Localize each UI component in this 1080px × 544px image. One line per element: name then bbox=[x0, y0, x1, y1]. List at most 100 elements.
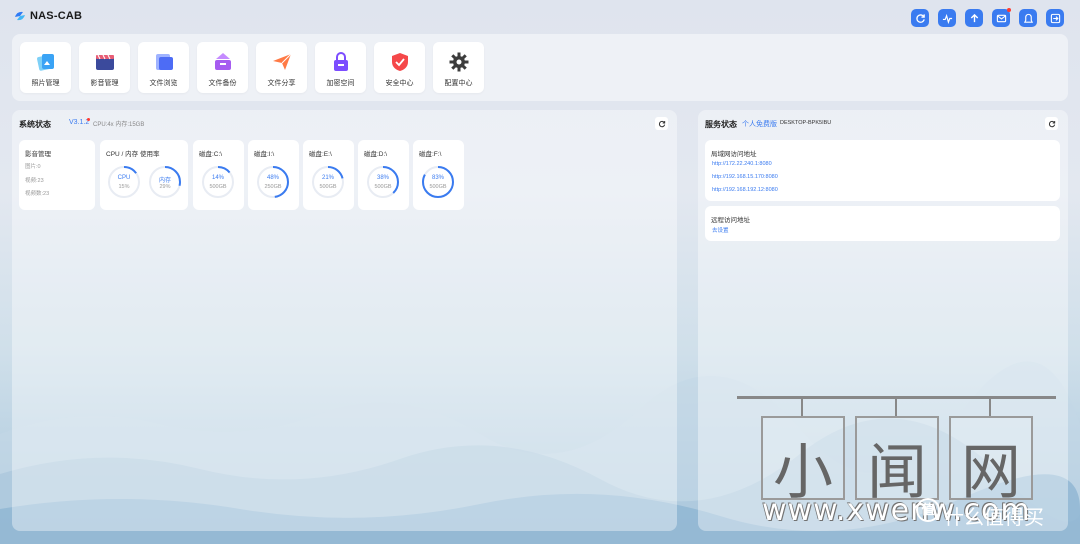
refresh-icon bbox=[658, 120, 665, 127]
logout-button[interactable] bbox=[1046, 9, 1064, 27]
user-icon bbox=[1023, 13, 1033, 23]
app-encrypted-space[interactable]: 加密空间 bbox=[315, 42, 366, 93]
video-count: 视频:23 bbox=[25, 178, 44, 184]
system-status-panel: 系统状态 V3.1.2 CPU:4x 内存:15GB 影音管理 图片:0 视频:… bbox=[12, 110, 677, 531]
disk-size: 500GB bbox=[429, 184, 447, 190]
app-label: 文件浏览 bbox=[149, 80, 178, 87]
refresh-icon bbox=[915, 13, 925, 23]
refresh-icon bbox=[1048, 120, 1055, 127]
video-icon bbox=[95, 54, 114, 70]
lan-link[interactable]: http://192.168.192.12:8080 bbox=[712, 187, 778, 193]
disk-percent: 38% bbox=[376, 175, 389, 181]
pulse-icon bbox=[942, 13, 952, 24]
app-media-manager[interactable]: 影音管理 bbox=[79, 42, 130, 93]
brand[interactable]: NAS-CAB bbox=[13, 9, 82, 23]
app-label: 影音管理 bbox=[90, 80, 119, 87]
refresh-button[interactable] bbox=[911, 9, 929, 27]
share-icon bbox=[272, 53, 291, 70]
monitor-button[interactable] bbox=[938, 9, 956, 27]
brand-name: NAS-CAB bbox=[30, 10, 83, 22]
app-file-share[interactable]: 文件分享 bbox=[256, 42, 307, 93]
lan-link[interactable]: http://192.168.15.170:8080 bbox=[712, 174, 778, 180]
app-label: 文件备份 bbox=[208, 80, 237, 87]
smzdm-badge-icon: 值 bbox=[916, 498, 940, 522]
lan-link[interactable]: http://172.22.240.1:8080 bbox=[712, 161, 772, 167]
app-config-center[interactable]: 配置中心 bbox=[433, 42, 484, 93]
mail-icon bbox=[996, 14, 1006, 22]
app-launcher-bar: 照片管理 影音管理 文件浏览 文件备份 文件分享 加密空间 安全中心 配置中心 bbox=[12, 34, 1068, 101]
watermark-box: 网 bbox=[949, 416, 1033, 508]
ring-value: 15% bbox=[118, 184, 130, 190]
app-file-backup[interactable]: 文件备份 bbox=[197, 42, 248, 93]
ring-gauge bbox=[367, 166, 399, 198]
upload-button[interactable] bbox=[965, 9, 983, 27]
disk-usage-ring: 48% 250GB bbox=[256, 165, 290, 199]
media-stats-card[interactable]: 影音管理 图片:0 视频:23 视频数:23 bbox=[19, 140, 95, 210]
disk-size: 500GB bbox=[319, 184, 337, 190]
watermark-peg bbox=[801, 399, 803, 416]
shield-icon bbox=[391, 53, 408, 71]
host-name: DESKTOP-BPK5IBU bbox=[780, 120, 832, 126]
memory-usage-ring: 内存 29% bbox=[148, 165, 182, 199]
disk-usage-ring: 83% 500GB bbox=[421, 165, 455, 199]
photo-icon bbox=[36, 54, 54, 71]
ring-label: 内存 bbox=[158, 178, 171, 184]
video-total: 视频数:23 bbox=[25, 191, 50, 197]
disk-percent: 14% bbox=[211, 175, 224, 181]
disk-card-e[interactable]: 磁盘:E:\ 21% 500GB bbox=[303, 140, 354, 210]
update-dot bbox=[87, 118, 90, 121]
watermark-box: 闻 bbox=[855, 416, 939, 508]
hardware-info: CPU:4x 内存:15GB bbox=[93, 122, 145, 128]
user-button[interactable] bbox=[1019, 9, 1037, 27]
photo-count: 图片:0 bbox=[25, 164, 41, 170]
cpu-memory-card[interactable]: CPU / 内存 使用率 CPU 15% 内存 29% bbox=[100, 140, 188, 210]
app-label: 加密空间 bbox=[326, 80, 355, 87]
disk-card-c[interactable]: 磁盘:C:\ 14% 500GB bbox=[193, 140, 244, 210]
disk-card-f[interactable]: 磁盘:F:\ 83% 500GB bbox=[413, 140, 464, 210]
ring-gauge bbox=[202, 166, 234, 198]
ring-gauge bbox=[422, 166, 454, 198]
disk-size: 500GB bbox=[209, 184, 227, 190]
disk-percent: 21% bbox=[321, 175, 334, 181]
ring-label: CPU bbox=[117, 175, 131, 181]
backup-icon bbox=[214, 53, 231, 70]
watermark-peg bbox=[989, 399, 991, 416]
app-photo-manager[interactable]: 照片管理 bbox=[20, 42, 71, 93]
edition-label[interactable]: 个人免费版 bbox=[742, 119, 777, 129]
system-status-title: 系统状态 bbox=[19, 120, 51, 129]
watermark-peg bbox=[895, 399, 897, 416]
card-title: 磁盘:E:\ bbox=[309, 151, 332, 158]
lan-access-card: 局域网访问地址 http://172.22.240.1:8080 http://… bbox=[705, 140, 1060, 201]
remote-setup-link[interactable]: 去设置 bbox=[712, 226, 729, 234]
app-label: 照片管理 bbox=[31, 80, 60, 87]
disk-percent: 48% bbox=[266, 175, 279, 181]
top-bar: NAS-CAB bbox=[0, 0, 1080, 34]
messages-button[interactable] bbox=[992, 8, 1011, 27]
folder-icon bbox=[155, 54, 173, 70]
disk-usage-ring: 14% 500GB bbox=[201, 165, 235, 199]
disk-card-i[interactable]: 磁盘:I:\ 48% 250GB bbox=[248, 140, 299, 210]
app-label: 文件分享 bbox=[267, 80, 296, 87]
card-title: 磁盘:C:\ bbox=[199, 151, 223, 158]
ring-gauge bbox=[108, 166, 140, 198]
card-title: 远程访问地址 bbox=[711, 217, 750, 224]
service-refresh-button[interactable] bbox=[1045, 117, 1058, 130]
watermark-box: 小 bbox=[761, 416, 845, 508]
lock-icon bbox=[333, 52, 348, 71]
service-status-title: 服务状态 bbox=[705, 120, 737, 129]
disk-card-d[interactable]: 磁盘:D:\ 38% 500GB bbox=[358, 140, 409, 210]
app-label: 配置中心 bbox=[444, 80, 473, 87]
app-file-browser[interactable]: 文件浏览 bbox=[138, 42, 189, 93]
header-actions bbox=[911, 8, 1064, 27]
disk-percent: 83% bbox=[431, 175, 444, 181]
system-refresh-button[interactable] bbox=[655, 117, 668, 130]
card-title: 磁盘:I:\ bbox=[254, 151, 275, 158]
disk-usage-ring: 38% 500GB bbox=[366, 165, 400, 199]
logout-icon bbox=[1050, 13, 1060, 23]
app-security-center[interactable]: 安全中心 bbox=[374, 42, 425, 93]
remote-access-card: 远程访问地址 去设置 bbox=[705, 206, 1060, 241]
nas-cab-logo-icon bbox=[15, 11, 25, 21]
gear-icon bbox=[449, 52, 468, 72]
ring-gauge bbox=[312, 166, 344, 198]
card-title: 局域网访问地址 bbox=[711, 151, 757, 158]
